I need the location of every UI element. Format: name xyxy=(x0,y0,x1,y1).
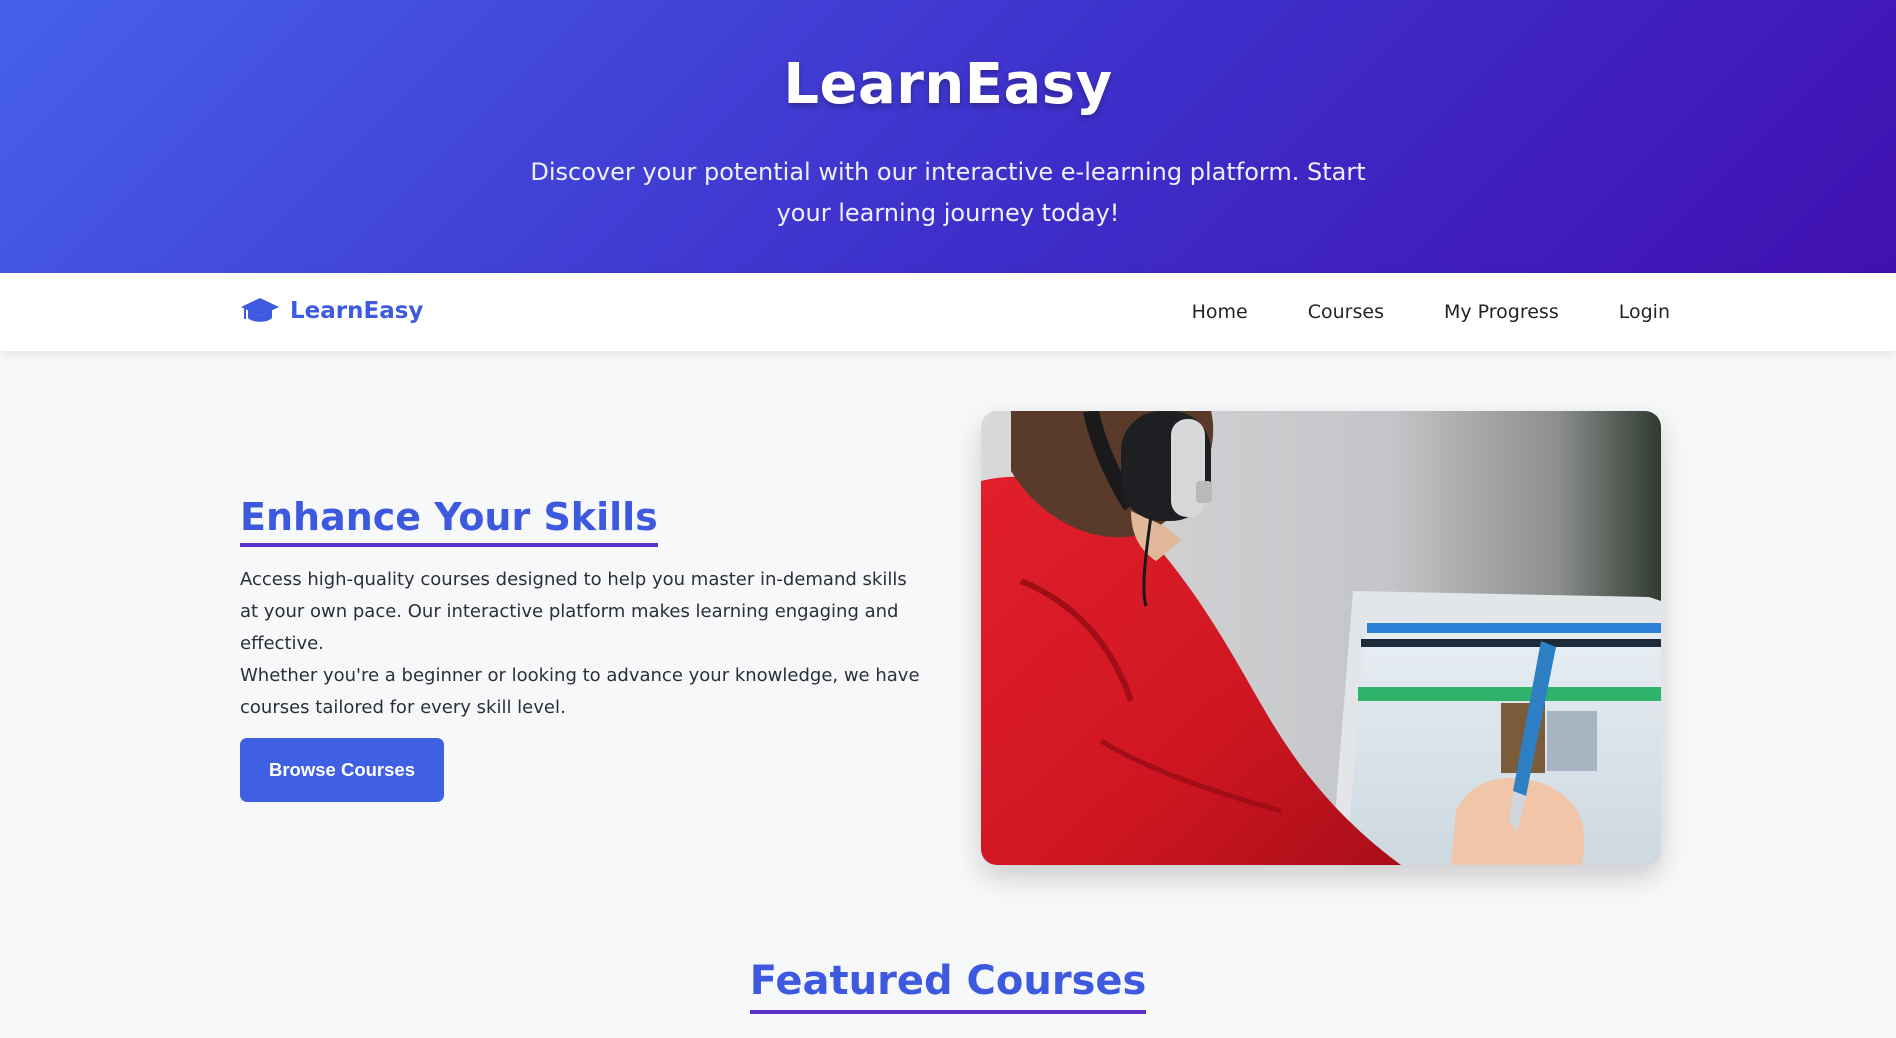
featured-courses-section: Featured Courses xyxy=(0,958,1896,1014)
student-with-laptop-image xyxy=(981,411,1661,865)
featured-courses-title: Featured Courses xyxy=(749,958,1147,1014)
feature-description: Access high-quality courses designed to … xyxy=(240,564,920,724)
graduation-cap-icon xyxy=(241,298,279,322)
brand-logo-link[interactable]: LearnEasy xyxy=(240,295,423,327)
nav-link-login[interactable]: Login xyxy=(1619,301,1670,323)
browse-courses-button[interactable]: Browse Courses xyxy=(240,738,444,802)
brand-name: LearnEasy xyxy=(290,298,424,324)
feature-heading: Enhance Your Skills xyxy=(240,495,658,547)
feature-paragraph-1: Access high-quality courses designed to … xyxy=(240,569,907,654)
nav-link-my-progress[interactable]: My Progress xyxy=(1444,301,1559,323)
feature-section: Enhance Your Skills Access high-quality … xyxy=(240,495,920,802)
nav-link-courses[interactable]: Courses xyxy=(1308,301,1384,323)
feature-paragraph-2: Whether you're a beginner or looking to … xyxy=(240,665,920,718)
navbar: LearnEasy Home Courses My Progress Login xyxy=(0,273,1896,351)
hero-banner: LearnEasy Discover your potential with o… xyxy=(0,0,1896,273)
hero-subtitle: Discover your potential with our interac… xyxy=(530,158,1366,227)
hero-title: LearnEasy xyxy=(783,52,1113,117)
nav-links: Home Courses My Progress Login xyxy=(1132,273,1670,351)
nav-link-home[interactable]: Home xyxy=(1192,301,1248,323)
